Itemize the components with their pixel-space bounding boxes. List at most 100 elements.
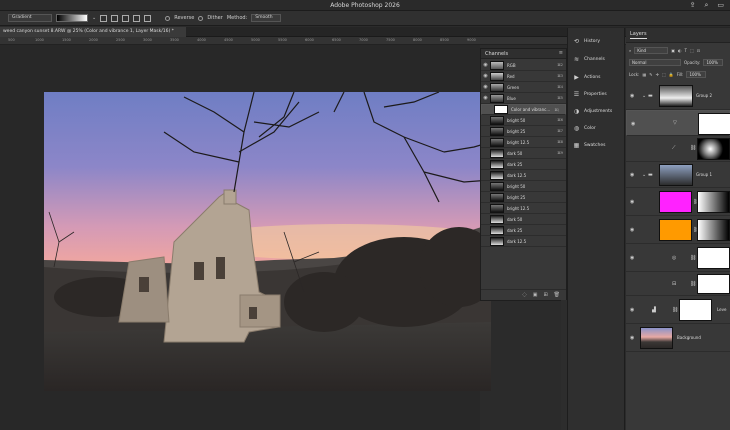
lock-artboard-icon[interactable]: ⬚ xyxy=(662,72,666,77)
channel-shortcut: ⌘3 xyxy=(557,74,563,78)
method-select[interactable]: Smooth xyxy=(251,14,282,22)
layer-color-and-vibrance[interactable]: ◉ ▽ xyxy=(626,110,730,136)
color-fill-thumbnail[interactable] xyxy=(659,219,692,241)
channel-row[interactable]: dark 50 ⌘9 xyxy=(481,148,566,159)
channel-row[interactable]: bright 12.5 xyxy=(481,203,566,214)
layer-color-fill-magenta[interactable]: ◉ ⛓ xyxy=(626,188,730,216)
document-tab[interactable]: weed canyon sunset 8.ARW @ 25% (Color an… xyxy=(0,27,186,37)
channel-row[interactable]: bright 25 ⌘7 xyxy=(481,126,566,137)
panel-menu-icon[interactable]: ≡ xyxy=(559,50,563,56)
dock-item-actions[interactable]: ▶ Actions xyxy=(568,70,626,84)
eye-icon[interactable]: ◉ xyxy=(630,255,634,261)
new-channel-icon[interactable]: ⊞ xyxy=(543,292,547,298)
radial-gradient-icon[interactable] xyxy=(111,14,119,22)
layer-group-1[interactable]: ◉ ⌄ ▬ Group 1 xyxy=(626,162,730,188)
channel-row[interactable]: dark 25 xyxy=(481,225,566,236)
dock-item-channels[interactable]: ≋ Channels xyxy=(568,52,626,66)
layer-mask-thumbnail[interactable] xyxy=(697,219,730,241)
layer-levels[interactable]: ◉ ▟ ⛓ Leve xyxy=(626,296,730,324)
dock-item-history[interactable]: ⟲ History xyxy=(568,34,626,48)
filter-type-icon[interactable]: T xyxy=(685,48,687,53)
blend-mode-select[interactable]: Normal xyxy=(629,59,681,66)
channel-row[interactable]: Color and vibranc... ⌘\ xyxy=(481,104,566,115)
dock-item-color[interactable]: ◍ Color xyxy=(568,121,626,135)
layer-group-2[interactable]: ◉ ⌄ ▬ Group 2 xyxy=(626,82,730,110)
dock-item-properties[interactable]: ☰ Properties xyxy=(568,87,626,101)
dither-label: Dither xyxy=(207,15,223,21)
layer-curves[interactable]: ⟋ ⛓ xyxy=(626,136,730,162)
levels-icon: ⊟ xyxy=(672,281,677,287)
chevron-down-icon[interactable]: ⌄ xyxy=(642,93,646,99)
filter-pixel-icon[interactable]: ▣ xyxy=(671,48,675,53)
eye-icon[interactable]: ◉ xyxy=(631,121,635,127)
eye-icon[interactable]: ◉ xyxy=(630,93,634,99)
save-selection-icon[interactable]: ▣ xyxy=(533,292,538,298)
channel-row[interactable]: bright 50 ⌘6 xyxy=(481,115,566,126)
chevron-down-icon[interactable]: ⌄ xyxy=(92,15,96,21)
search-icon[interactable]: ⌕ xyxy=(704,1,708,10)
eye-icon[interactable]: ◉ xyxy=(481,62,490,68)
workspace-icon[interactable]: ▭ xyxy=(717,1,724,10)
layer-background[interactable]: ◉ Background xyxy=(626,324,730,352)
channel-row[interactable]: dark 25 xyxy=(481,159,566,170)
layer-mask-thumbnail[interactable] xyxy=(698,113,730,135)
layer-mask-thumbnail[interactable] xyxy=(697,138,730,160)
channel-row[interactable]: dark 12.5 xyxy=(481,170,566,181)
channel-row[interactable]: ◉ Green ⌘4 xyxy=(481,82,566,93)
channel-row[interactable]: dark 50 xyxy=(481,214,566,225)
filter-smart-icon[interactable]: ⊡ xyxy=(697,48,700,53)
lock-all-icon[interactable]: 🔒 xyxy=(669,72,674,77)
layer-mask-thumbnail[interactable] xyxy=(697,247,730,269)
reflected-gradient-icon[interactable] xyxy=(133,14,141,22)
dock-item-swatches[interactable]: ▦ Swatches xyxy=(568,138,626,152)
channel-row[interactable]: ◉ Red ⌘3 xyxy=(481,71,566,82)
layers-panel-title[interactable]: Layers xyxy=(630,31,647,39)
ruler-tick-label: 4000 xyxy=(197,38,206,42)
dither-checkbox[interactable] xyxy=(198,15,204,21)
channel-row[interactable]: bright 50 xyxy=(481,181,566,192)
layer-hue-saturation[interactable]: ◉ ◎ ⛓ xyxy=(626,244,730,272)
channel-row[interactable]: ◉ Blue ⌘5 xyxy=(481,93,566,104)
delete-channel-icon[interactable]: 🗑 xyxy=(554,292,560,298)
channel-row[interactable]: bright 25 xyxy=(481,192,566,203)
share-icon[interactable]: ⇪ xyxy=(690,1,696,10)
eye-icon[interactable]: ◉ xyxy=(630,172,634,178)
lock-move-icon[interactable]: ✛ xyxy=(656,72,659,77)
layer-mask-thumbnail[interactable] xyxy=(697,274,730,294)
layer-mask-thumbnail[interactable] xyxy=(697,191,730,213)
diamond-gradient-icon[interactable] xyxy=(144,14,152,22)
filter-adjustment-icon[interactable]: ◐ xyxy=(678,48,682,53)
eye-icon[interactable]: ◉ xyxy=(630,199,634,205)
channel-row[interactable]: ◉ RGB ⌘2 xyxy=(481,60,566,71)
channel-row[interactable]: dark 12.5 xyxy=(481,236,566,247)
dock-item-adjustments[interactable]: ◑ Adjustments xyxy=(568,104,626,118)
tool-preset-select[interactable]: Gradient xyxy=(8,14,52,22)
layer-adjustment[interactable]: ⊟ ⛓ xyxy=(626,272,730,296)
layer-filter-select[interactable]: Kind xyxy=(634,47,669,54)
opacity-input[interactable]: 100% xyxy=(703,59,724,66)
dock-item-label: Actions xyxy=(584,74,601,80)
chevron-down-icon[interactable]: ⌄ xyxy=(642,172,646,178)
color-fill-thumbnail[interactable] xyxy=(659,191,692,213)
document-image[interactable] xyxy=(44,92,491,391)
linear-gradient-icon[interactable] xyxy=(100,14,108,22)
filter-shape-icon[interactable]: ⬚ xyxy=(690,48,694,53)
eye-icon[interactable]: ◉ xyxy=(630,227,634,233)
layer-color-fill-orange[interactable]: ◉ ⛓ xyxy=(626,216,730,244)
channel-row[interactable]: bright 12.5 ⌘8 xyxy=(481,137,566,148)
fill-input[interactable]: 100% xyxy=(686,71,707,78)
load-selection-icon[interactable]: ◌ xyxy=(522,292,526,298)
eye-icon[interactable]: ◉ xyxy=(481,84,490,90)
gradient-preview[interactable] xyxy=(56,14,88,22)
eye-icon[interactable]: ◉ xyxy=(481,95,490,101)
layer-mask-thumbnail[interactable] xyxy=(679,299,712,321)
angle-gradient-icon[interactable] xyxy=(122,14,130,22)
eye-icon[interactable]: ◉ xyxy=(630,307,634,313)
lock-brush-icon[interactable]: ✎ xyxy=(649,72,652,77)
eye-icon[interactable]: ◉ xyxy=(630,335,634,341)
reverse-checkbox[interactable] xyxy=(165,15,171,21)
lock-pixels-icon[interactable]: ▦ xyxy=(642,72,646,77)
eye-icon[interactable]: ◉ xyxy=(481,73,490,79)
channel-name: bright 50 xyxy=(507,183,526,189)
link-icon: ⛓ xyxy=(690,255,697,261)
